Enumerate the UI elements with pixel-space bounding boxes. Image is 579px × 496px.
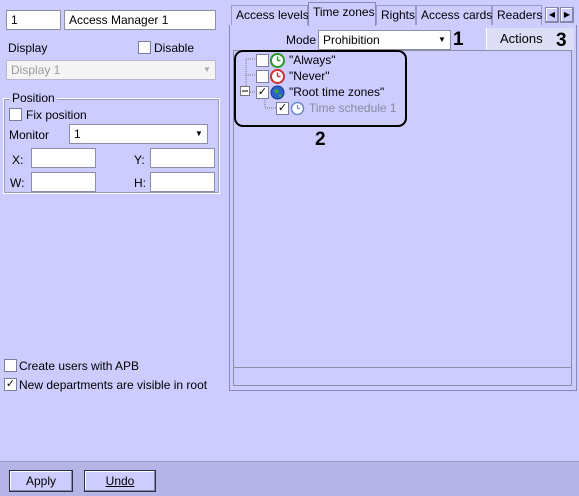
tab-access-cards[interactable]: Access cards <box>416 5 492 25</box>
callout-3: 3 <box>556 30 567 51</box>
display-select[interactable]: Display 1 ▼ <box>6 60 216 80</box>
undo-button[interactable]: Undo <box>84 470 156 492</box>
h-field[interactable] <box>150 172 215 192</box>
new-departments-checkbox[interactable]: ✓ <box>4 378 17 391</box>
chevron-down-icon: ▼ <box>438 35 446 44</box>
monitor-select[interactable]: 1 ▼ <box>69 124 208 144</box>
create-users-apb-checkbox[interactable] <box>4 359 17 372</box>
chevron-down-icon: ▼ <box>203 65 211 74</box>
callout-1: 1 <box>453 29 464 50</box>
undo-button-label: Undo <box>105 474 135 488</box>
create-users-apb-label: Create users with APB <box>19 359 140 373</box>
w-field[interactable] <box>31 172 96 192</box>
apply-button[interactable]: Apply <box>9 470 73 492</box>
x-field[interactable] <box>31 148 96 168</box>
display-select-value: Display 1 <box>11 63 61 77</box>
y-label: Y: <box>134 153 145 167</box>
mode-select[interactable]: Prohibition ▼ <box>318 30 451 50</box>
fix-position-label: Fix position <box>26 108 87 122</box>
h-label: H: <box>134 176 146 190</box>
tab-time-zones[interactable]: Time zones <box>308 2 376 26</box>
x-label: X: <box>12 153 24 167</box>
tab-scroll-left-button[interactable]: ◀ <box>545 7 559 23</box>
id-field[interactable]: 1 <box>6 10 61 30</box>
tab-scroll-right-button[interactable]: ▶ <box>560 7 574 23</box>
tab-readers[interactable]: Readers <box>492 5 542 25</box>
mode-label: Mode <box>286 33 317 47</box>
chevron-down-icon: ▼ <box>195 129 203 138</box>
disable-checkbox[interactable] <box>138 41 151 54</box>
disable-label: Disable <box>154 41 195 55</box>
new-departments-label: New departments are visible in root <box>19 378 208 392</box>
monitor-select-value: 1 <box>74 127 81 141</box>
y-field[interactable] <box>150 148 215 168</box>
callout-box-2 <box>234 50 407 127</box>
display-label: Display <box>8 41 48 55</box>
callout-2: 2 <box>315 129 326 150</box>
position-title: Position <box>10 91 57 105</box>
fix-position-checkbox[interactable] <box>9 108 22 121</box>
actions-menu[interactable]: Actions <box>500 31 543 46</box>
monitor-label: Monitor <box>9 128 50 142</box>
w-label: W: <box>10 176 25 190</box>
tab-access-levels[interactable]: Access levels <box>231 5 309 25</box>
tab-rights[interactable]: Rights <box>376 5 416 25</box>
tree-horizontal-scrollbar[interactable] <box>233 368 572 386</box>
name-field[interactable]: Access Manager 1 <box>64 10 216 30</box>
mode-select-value: Prohibition <box>323 33 380 47</box>
